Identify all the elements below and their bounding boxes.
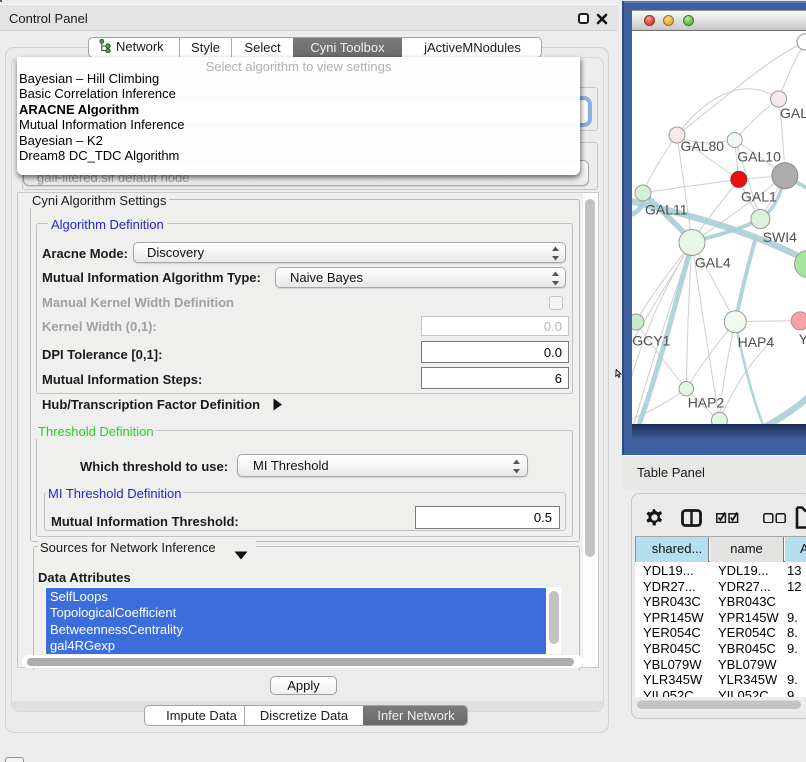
svg-text:GAL2: GAL2	[780, 105, 806, 121]
svg-text:GAL11: GAL11	[645, 202, 688, 218]
svg-text:HAP4: HAP4	[738, 334, 775, 350]
svg-text:SWI4: SWI4	[763, 229, 797, 245]
svg-text:GAL80: GAL80	[681, 138, 725, 154]
svg-text:HAP2: HAP2	[688, 394, 725, 410]
svg-text:GAL1: GAL1	[741, 189, 777, 205]
svg-text:GCY1: GCY1	[632, 332, 670, 348]
svg-text:GAL10: GAL10	[737, 148, 781, 164]
svg-text:Y: Y	[799, 331, 806, 347]
svg-text:GAL4: GAL4	[695, 255, 731, 271]
